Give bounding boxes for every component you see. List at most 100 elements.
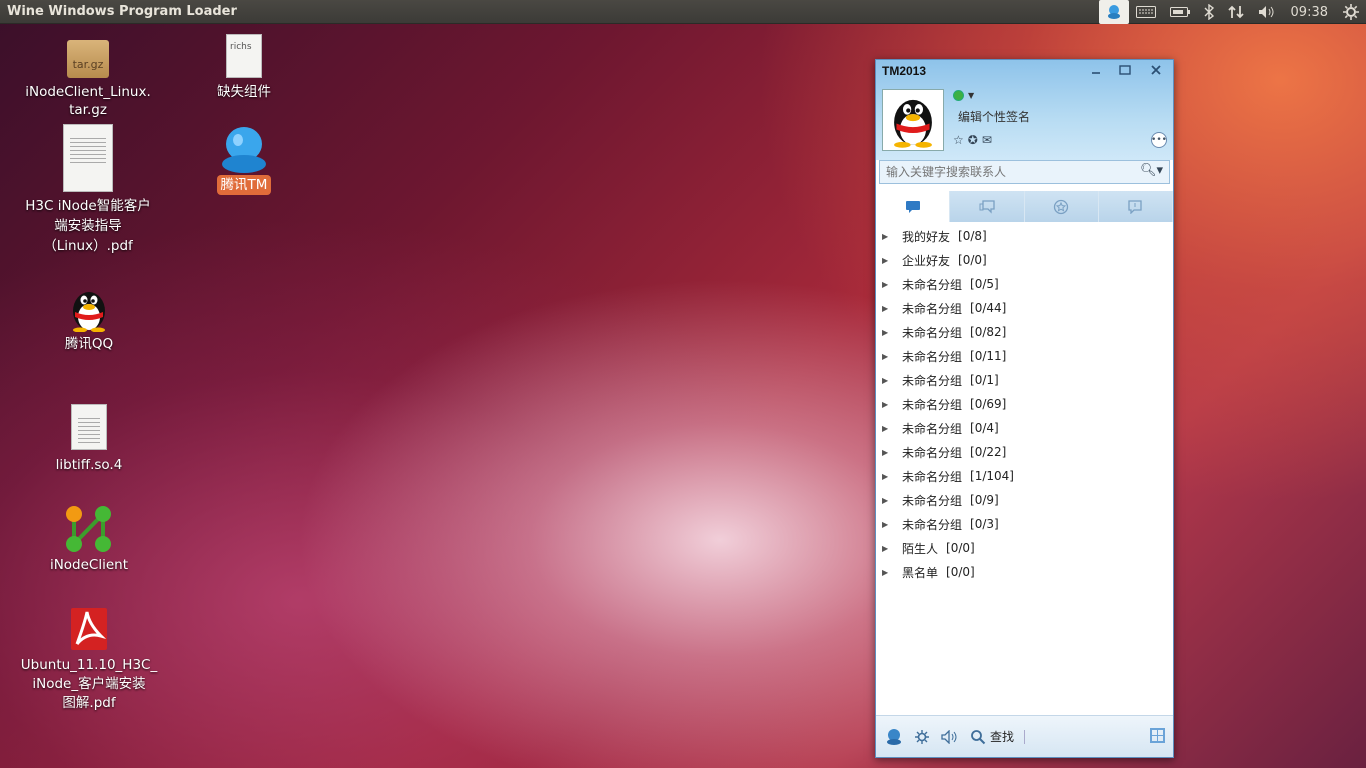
expand-arrow-icon: ▶ [882,255,889,265]
group-count: [0/11] [970,349,1007,363]
contact-group[interactable]: ▶ 未命名分组 [0/69] [876,392,1173,416]
network-icon[interactable] [1221,0,1251,24]
group-count: [0/9] [970,493,999,507]
tab-qzone[interactable] [1025,191,1099,222]
expand-arrow-icon: ▶ [882,231,889,241]
avatar[interactable] [882,89,944,151]
group-name: 企业好友 [902,253,951,268]
desktop-icon-label: 缺失组件 [217,84,271,100]
keyboard-icon[interactable] [1129,0,1163,24]
find-button[interactable]: 查找 [990,728,1014,745]
main-menu-icon[interactable] [884,727,904,747]
group-count: [1/104] [970,469,1014,483]
desktop-icon-libtiff[interactable]: libtiff.so.4 [39,404,139,474]
chat-bubble-icon [905,200,920,213]
group-name: 未命名分组 [902,445,963,460]
pdf-reader-icon [71,608,107,650]
search-input[interactable] [880,161,1140,183]
contact-group[interactable]: ▶ 未命名分组 [0/5] [876,272,1173,296]
desktop-icon-inodeclient[interactable]: iNodeClient [29,504,149,574]
contact-group[interactable]: ▶ 未命名分组 [1/104] [876,464,1173,488]
tab-groups[interactable] [950,191,1025,222]
desktop-icon-inodeclient-tar[interactable]: tar.gz iNodeClient_Linux. tar.gz [20,40,156,119]
contact-group[interactable]: ▶ 陌生人 [0/0] [876,536,1173,560]
contact-group-list: ▶ 我的好友 [0/8] ▶ 企业好友 [0/0] ▶ 未命名分组 [0/5] ▶ 未命名分组… [876,224,1173,584]
qzone-star-icon [1053,199,1069,214]
expand-arrow-icon: ▶ [882,423,889,433]
qq-penguin-icon [73,292,105,332]
contact-group[interactable]: ▶ 黑名单 [0/0] [876,560,1173,584]
archive-icon: tar.gz [67,40,109,78]
desktop-icon-tencent-tm[interactable]: 腾讯TM [204,124,284,195]
group-chat-icon [979,199,995,214]
desktop-icon-tencent-qq[interactable]: 腾讯QQ [39,286,139,353]
expand-arrow-icon: ▶ [882,471,889,481]
contact-group[interactable]: ▶ 未命名分组 [0/1] [876,368,1173,392]
bluetooth-icon[interactable] [1197,0,1221,24]
magnifier-icon [971,729,986,744]
desktop-icon-h3c-pdf[interactable]: H3C iNode智能客户 端安装指导 （Linux）.pdf [14,124,162,256]
qzone-icon[interactable]: ✪ [968,133,978,147]
profile-shortcuts: ☆ ✪ ✉ [953,133,992,147]
tm-header: TM2013 ▼ 编辑个性签名 ☆ ✪ ✉ ••• [876,60,1173,160]
contact-group[interactable]: ▶ 未命名分组 [0/22] [876,440,1173,464]
desktop-icon-label: 腾讯TM [216,175,272,195]
session-gear-icon[interactable] [1336,0,1366,24]
bottom-toolbar: 查找 [876,715,1173,757]
contact-group[interactable]: ▶ 未命名分组 [0/9] [876,488,1173,512]
desktop-icon-missing-components[interactable]: richs 缺失组件 [204,34,284,101]
speaker-icon [941,729,957,744]
gear-icon [915,729,929,744]
online-status-icon[interactable] [953,90,964,101]
group-count: [0/0] [946,565,975,579]
tm-tray-icon[interactable] [1098,0,1129,24]
pdf-thumbnail-icon [63,124,113,192]
group-count: [0/8] [958,229,987,243]
contact-tabs [876,191,1173,222]
app-box-icon[interactable] [1150,728,1165,743]
tab-contacts[interactable] [876,191,951,222]
group-count: [0/0] [958,253,987,267]
volume-icon[interactable] [1251,0,1283,24]
search-icon[interactable]: 🔍︎▾ [1140,163,1163,178]
desktop-icon-label: 腾讯QQ [64,336,114,352]
tab-recent[interactable] [1099,191,1173,222]
expand-arrow-icon: ▶ [882,519,889,529]
desktop-icon-ubuntu-pdf[interactable]: Ubuntu_11.10_H3C_ iNode_客户端安装 图解.pdf [14,606,164,713]
star-icon[interactable]: ☆ [953,133,964,147]
indicator-area: 09:38 [1098,0,1366,24]
minimize-button[interactable] [1082,60,1110,80]
qq-penguin-avatar [894,99,932,148]
status-dropdown-icon[interactable]: ▼ [968,91,974,100]
expand-arrow-icon: ▶ [882,375,889,385]
contact-group[interactable]: ▶ 未命名分组 [0/44] [876,296,1173,320]
contact-group[interactable]: ▶ 未命名分组 [0/4] [876,416,1173,440]
top-panel: Wine Windows Program Loader 09:38 [0,0,1366,24]
mail-icon[interactable]: ✉ [982,133,992,147]
close-button[interactable] [1142,60,1170,80]
contact-group[interactable]: ▶ 我的好友 [0/8] [876,224,1173,248]
expand-arrow-icon: ▶ [882,495,889,505]
contact-group[interactable]: ▶ 未命名分组 [0/3] [876,512,1173,536]
sound-icon[interactable] [940,727,960,747]
toolbar-divider [1024,729,1026,744]
group-name: 未命名分组 [902,277,963,292]
signature-field[interactable]: 编辑个性签名 [958,108,1030,125]
group-name: 黑名单 [902,565,939,580]
active-app-title: Wine Windows Program Loader [7,4,237,19]
contact-group[interactable]: ▶ 未命名分组 [0/82] [876,320,1173,344]
recent-message-icon [1128,199,1143,214]
battery-icon[interactable] [1163,0,1197,24]
group-count: [0/22] [970,445,1007,459]
group-count: [0/1] [970,373,999,387]
group-name: 未命名分组 [902,325,963,340]
clock[interactable]: 09:38 [1283,0,1336,24]
maximize-button[interactable] [1111,60,1139,80]
group-name: 未命名分组 [902,469,963,484]
find-icon[interactable] [968,727,988,747]
contact-group[interactable]: ▶ 企业好友 [0/0] [876,248,1173,272]
contact-group[interactable]: ▶ 未命名分组 [0/11] [876,344,1173,368]
settings-icon[interactable] [912,727,932,747]
message-box-icon[interactable]: ••• [1151,132,1167,148]
group-name: 未命名分组 [902,373,963,388]
